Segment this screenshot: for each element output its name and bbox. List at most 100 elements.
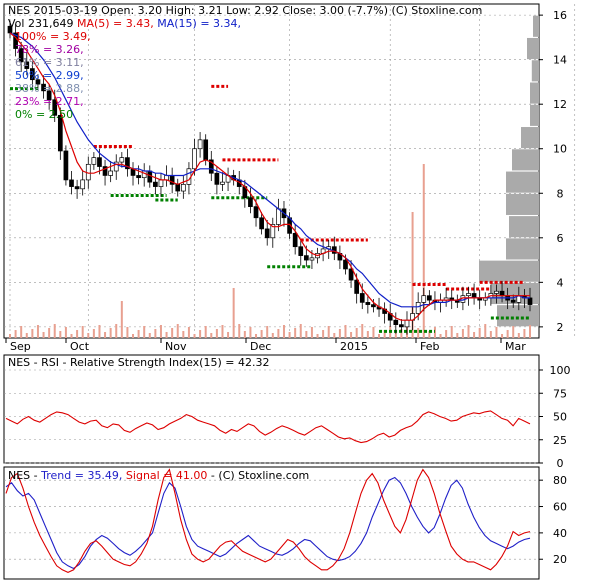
candle-body bbox=[276, 208, 281, 225]
volume-bar bbox=[294, 328, 297, 338]
volume-bar bbox=[104, 332, 107, 338]
volume-bar bbox=[98, 325, 101, 338]
volume-bar bbox=[473, 332, 476, 338]
volume-bar bbox=[148, 333, 151, 338]
stock-chart: 2 4 6 8 10 12 14 16 Sep Oct Nov Dec 2015 Feb Mar NES … bbox=[0, 0, 598, 585]
volume-bar bbox=[42, 332, 45, 338]
fib-label: 78% = 3.26, bbox=[15, 43, 84, 56]
volume-profile-bar bbox=[527, 37, 539, 60]
volume-bar bbox=[467, 325, 470, 338]
volume-profile-bar bbox=[479, 260, 539, 282]
volume-bar bbox=[187, 327, 190, 338]
volume-bar bbox=[143, 326, 146, 338]
candle-body bbox=[371, 304, 376, 308]
volume-bar bbox=[439, 334, 442, 338]
volume-bar bbox=[350, 332, 353, 338]
volume-bar bbox=[132, 334, 135, 338]
price-y-tick-label: 2 bbox=[557, 321, 564, 334]
rsi-y-tick-label: 25 bbox=[553, 434, 567, 447]
volume-bar bbox=[9, 334, 11, 338]
fib-label: 23% = 2.71, bbox=[15, 95, 84, 108]
candle-body bbox=[164, 175, 169, 181]
volume-bar bbox=[517, 333, 520, 338]
candle-body bbox=[393, 319, 399, 325]
candle-body bbox=[309, 257, 315, 261]
volume-bar bbox=[327, 326, 330, 338]
trend-title-suffix: - (C) Stoxline.com bbox=[207, 469, 309, 482]
volume-bar bbox=[333, 333, 336, 338]
volume-bar bbox=[456, 333, 459, 338]
volume-bar bbox=[238, 324, 241, 338]
volume-bar bbox=[92, 329, 95, 338]
candle-body bbox=[415, 302, 421, 314]
volume-bar bbox=[176, 324, 179, 338]
candle-body bbox=[74, 186, 80, 190]
rsi-y-tick-label: 50 bbox=[553, 411, 567, 424]
price-x-tick-label: Feb bbox=[420, 340, 439, 353]
candle-body bbox=[510, 299, 516, 303]
volume-bar bbox=[310, 327, 313, 338]
volume-profile-bar bbox=[521, 127, 539, 149]
volume-bar bbox=[249, 327, 252, 338]
volume-bar bbox=[478, 328, 481, 338]
volume-bar bbox=[81, 326, 84, 338]
candle-body bbox=[343, 259, 348, 270]
candle-body bbox=[220, 181, 225, 185]
volume-bar bbox=[372, 327, 375, 338]
volume-profile-bar bbox=[497, 305, 539, 327]
volume-bar bbox=[529, 325, 531, 338]
candle-body bbox=[108, 170, 113, 176]
candle-body bbox=[365, 302, 371, 305]
candle-body bbox=[136, 175, 141, 179]
price-y-tick-label: 16 bbox=[553, 9, 567, 22]
price-y-tick-label: 12 bbox=[553, 98, 567, 111]
volume-bar bbox=[70, 334, 73, 338]
price-x-tick-label: Dec bbox=[250, 340, 271, 353]
svg-text:Vol 231,649 MA(5) = 3.43, MA(1: Vol 231,649 MA(5) = 3.43, MA(15) = 3.34, bbox=[8, 17, 241, 30]
volume-bar bbox=[243, 331, 246, 338]
volume-bar bbox=[204, 326, 207, 338]
fibonacci-labels: 100% = 3.49,78% = 3.26,61% = 3.11,50% = … bbox=[15, 30, 91, 121]
volume-bar bbox=[120, 301, 123, 338]
volume-bar bbox=[48, 328, 51, 338]
volume-bar bbox=[76, 330, 79, 338]
trend-y-tick-label: 40 bbox=[553, 527, 567, 540]
price-x-tick-label: 2015 bbox=[340, 340, 368, 353]
volume-bar bbox=[512, 326, 515, 338]
candle-body bbox=[494, 290, 499, 294]
volume-bar bbox=[338, 329, 341, 338]
candle-body bbox=[192, 148, 197, 170]
candle-body bbox=[175, 184, 181, 192]
candle-body bbox=[471, 293, 477, 299]
candle-body bbox=[63, 150, 69, 181]
volume-profile-bar bbox=[530, 82, 539, 104]
volume-bar bbox=[109, 328, 112, 338]
price-x-tick-label: Oct bbox=[70, 340, 90, 353]
volume-bar bbox=[422, 164, 425, 338]
candle-body bbox=[466, 293, 471, 297]
candle-body bbox=[91, 157, 97, 165]
volume-bar bbox=[305, 331, 308, 338]
svg-text:NES - Trend = 35.49, Signal =: NES - Trend = 35.49, Signal = 41.00 - (C… bbox=[8, 469, 309, 482]
volume-bar bbox=[506, 330, 509, 338]
volume-bar bbox=[322, 330, 325, 338]
volume-bar bbox=[182, 331, 185, 338]
volume-bar bbox=[361, 324, 364, 338]
volume-profile-bar bbox=[530, 104, 539, 126]
volume-bar bbox=[14, 330, 17, 338]
trend-label: Trend = 35.49, bbox=[40, 469, 122, 482]
volume-bar bbox=[344, 325, 347, 338]
candle-body bbox=[253, 206, 259, 219]
volume-bar bbox=[461, 329, 464, 338]
volume-bar bbox=[154, 329, 157, 338]
fib-label: 100% = 3.49, bbox=[15, 30, 91, 43]
candle-body bbox=[248, 197, 253, 207]
trend-title-prefix: NES - bbox=[8, 469, 41, 482]
volume-bar bbox=[25, 333, 28, 338]
candle-body bbox=[264, 228, 270, 239]
candle-body bbox=[119, 157, 125, 163]
price-y-tick-label: 6 bbox=[557, 232, 564, 245]
candle-body bbox=[80, 179, 86, 190]
rsi-title: NES - RSI - Relative Strength Index(15) … bbox=[8, 356, 269, 369]
volume-bar bbox=[199, 330, 202, 338]
